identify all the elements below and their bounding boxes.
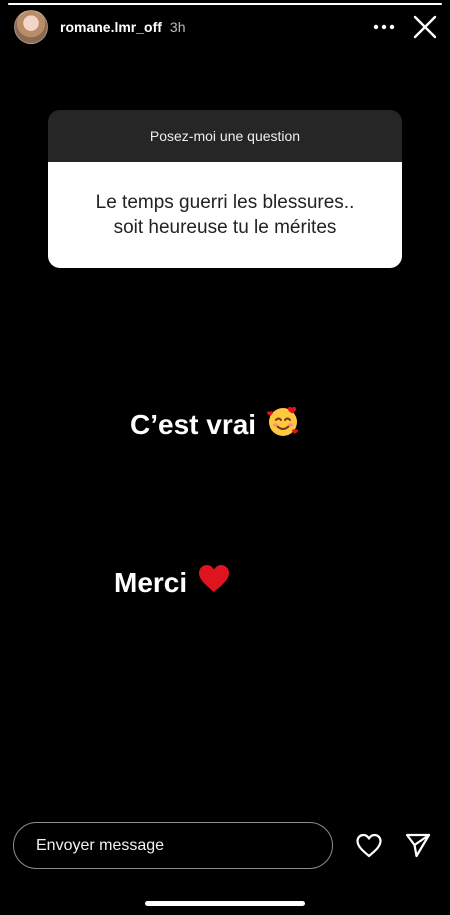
story-time: 3h — [169, 19, 186, 35]
story-progress-bar — [8, 3, 442, 5]
caption-text-1: C’est vrai — [130, 408, 257, 440]
question-answer-line-1: Le temps guerri les blessures.. — [95, 192, 355, 213]
avatar[interactable] — [14, 10, 48, 44]
question-prompt: Posez-moi une question — [48, 110, 402, 162]
send-message-input[interactable]: Envoyer message — [13, 822, 333, 869]
send-paper-plane-icon[interactable] — [404, 831, 432, 859]
smiling-face-with-hearts-icon — [266, 404, 300, 445]
caption-cest-vrai: C’est vrai — [130, 404, 300, 445]
username[interactable]: romane.lmr_off — [60, 19, 162, 35]
close-icon[interactable] — [412, 14, 438, 40]
more-options-icon[interactable] — [372, 15, 396, 39]
question-answer: Le temps guerri les blessures.. soit heu… — [48, 162, 402, 268]
question-answer-line-2: soit heureuse tu le mérites — [113, 217, 337, 238]
caption-merci: Merci — [114, 563, 231, 602]
home-indicator[interactable] — [145, 901, 305, 906]
story-header: romane.lmr_off 3h — [14, 10, 438, 44]
caption-text-2: Merci — [114, 566, 188, 598]
red-heart-icon — [197, 563, 231, 602]
story-progress-fill — [8, 3, 442, 5]
question-sticker: Posez-moi une question Le temps guerri l… — [48, 110, 402, 268]
heart-outline-icon[interactable] — [355, 832, 383, 860]
